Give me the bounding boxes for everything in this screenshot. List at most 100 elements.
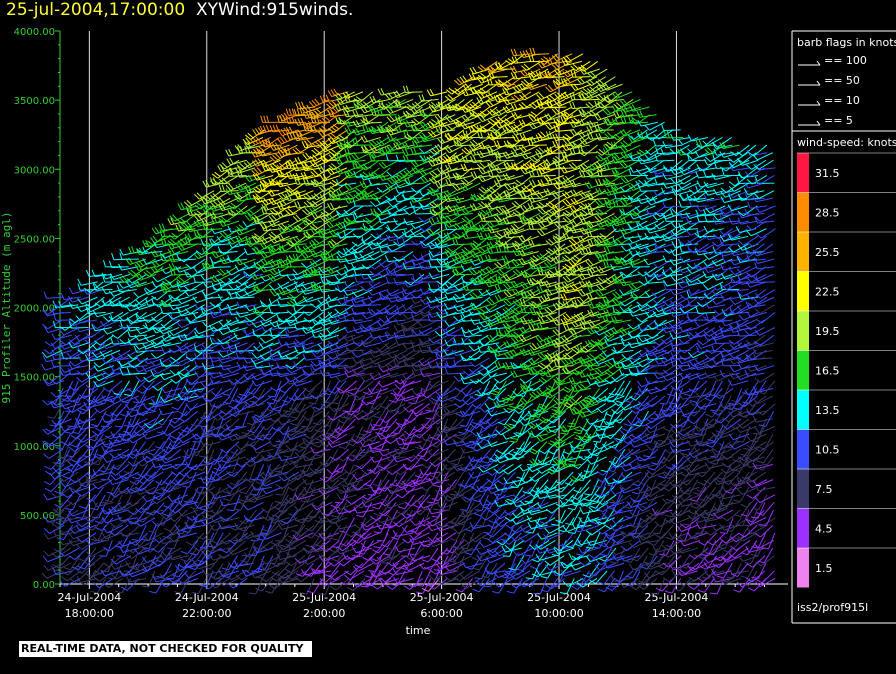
barb-flag — [294, 506, 299, 511]
barb-shaft — [125, 510, 137, 522]
barb-flag — [186, 404, 190, 410]
barb-shaft — [73, 510, 89, 516]
barb-flag — [200, 382, 204, 388]
barb-flag — [304, 435, 310, 438]
barb-shaft — [212, 343, 229, 344]
barb-flag — [52, 333, 56, 339]
barb-flag — [201, 477, 204, 483]
barb-flag — [227, 159, 231, 165]
barb-shaft — [65, 578, 80, 586]
barb-shaft — [64, 548, 79, 556]
barb-flag — [286, 172, 289, 178]
barb-flag — [69, 288, 72, 294]
barb-flag — [295, 532, 301, 536]
barb-flag — [149, 591, 156, 593]
wind-barb — [260, 335, 280, 343]
wind-barb — [132, 464, 147, 479]
barb-flag — [305, 528, 311, 531]
barb-flag — [227, 510, 234, 511]
barb-flag — [153, 236, 157, 241]
wind-barb — [312, 495, 330, 507]
barb-flag — [61, 293, 64, 299]
wind-barb — [278, 191, 298, 199]
barb-flag — [44, 528, 49, 533]
barb-flag — [103, 317, 108, 322]
barb-flag — [296, 164, 299, 170]
barb-flag — [203, 585, 209, 589]
barb-shaft — [112, 480, 128, 485]
barb-flag — [198, 426, 205, 427]
barb-flag — [234, 560, 237, 566]
barb-flag — [281, 521, 288, 524]
barb-flag — [283, 136, 287, 142]
barb-shaft — [291, 548, 306, 557]
barb-shaft — [224, 343, 240, 349]
barb-flag — [172, 255, 175, 261]
barb-flag — [304, 106, 308, 112]
barb-flag — [247, 392, 253, 395]
y-tick-label: 0.00 — [33, 580, 55, 591]
barb-shaft — [281, 274, 298, 275]
wind-barb — [111, 338, 130, 345]
barb-flag — [290, 417, 297, 419]
barb-flag — [171, 249, 174, 255]
wind-barb — [208, 563, 224, 577]
barb-flag — [137, 390, 143, 393]
wind-barb — [213, 396, 231, 408]
barb-flag — [278, 429, 283, 434]
barb-flag — [260, 338, 265, 343]
barb-shaft — [188, 449, 204, 455]
barb-shaft — [141, 502, 155, 512]
barb-flag — [220, 280, 225, 284]
barb-flag — [79, 506, 86, 508]
wind-barb — [303, 495, 323, 502]
barb-flag — [152, 521, 157, 526]
barb-flag — [191, 424, 198, 426]
barb-flag — [281, 545, 288, 547]
barb-flag — [99, 470, 106, 471]
barb-flag — [44, 482, 50, 485]
barb-flag — [186, 264, 191, 269]
barb-flag — [83, 516, 90, 517]
barb-flag — [252, 431, 255, 437]
barb-flag — [76, 492, 81, 497]
barb-shaft — [279, 328, 296, 329]
barb-flag — [95, 428, 101, 431]
barb-flag — [83, 396, 90, 397]
barb-flag — [124, 394, 131, 396]
barb-flag — [45, 342, 51, 346]
barb-shaft — [178, 396, 188, 410]
wind-barb — [275, 525, 288, 541]
barb-shaft — [54, 366, 71, 367]
wind-barb — [245, 563, 264, 574]
barb-flag — [103, 464, 107, 470]
barb-flag — [152, 386, 157, 390]
barb-flag — [209, 401, 212, 407]
barb-flag — [64, 568, 71, 570]
barb-flag — [301, 118, 304, 124]
barb-flag — [45, 488, 51, 491]
wind-barb — [159, 224, 178, 231]
barb-shaft — [113, 343, 130, 344]
barb-flag — [187, 516, 193, 520]
barb-flag — [195, 360, 197, 367]
wind-barb — [177, 571, 195, 583]
barb-flag — [283, 411, 290, 412]
barb-flag — [200, 509, 207, 510]
barb-flag — [143, 385, 148, 390]
barb-flag — [44, 551, 49, 556]
barb-shaft — [278, 563, 290, 575]
wind-barb — [44, 292, 63, 299]
barb-flag — [169, 423, 174, 428]
barb-shaft — [238, 267, 255, 271]
barb-flag — [163, 514, 170, 516]
barb-shaft — [54, 312, 71, 313]
barb-shaft — [71, 328, 88, 329]
wind-barb — [241, 419, 256, 434]
barb-flag — [78, 284, 80, 291]
barb-flag — [295, 452, 300, 457]
barb-flag — [154, 538, 159, 542]
barb-flag — [182, 486, 189, 487]
barb-flag — [268, 346, 273, 351]
barb-flag — [286, 331, 289, 337]
